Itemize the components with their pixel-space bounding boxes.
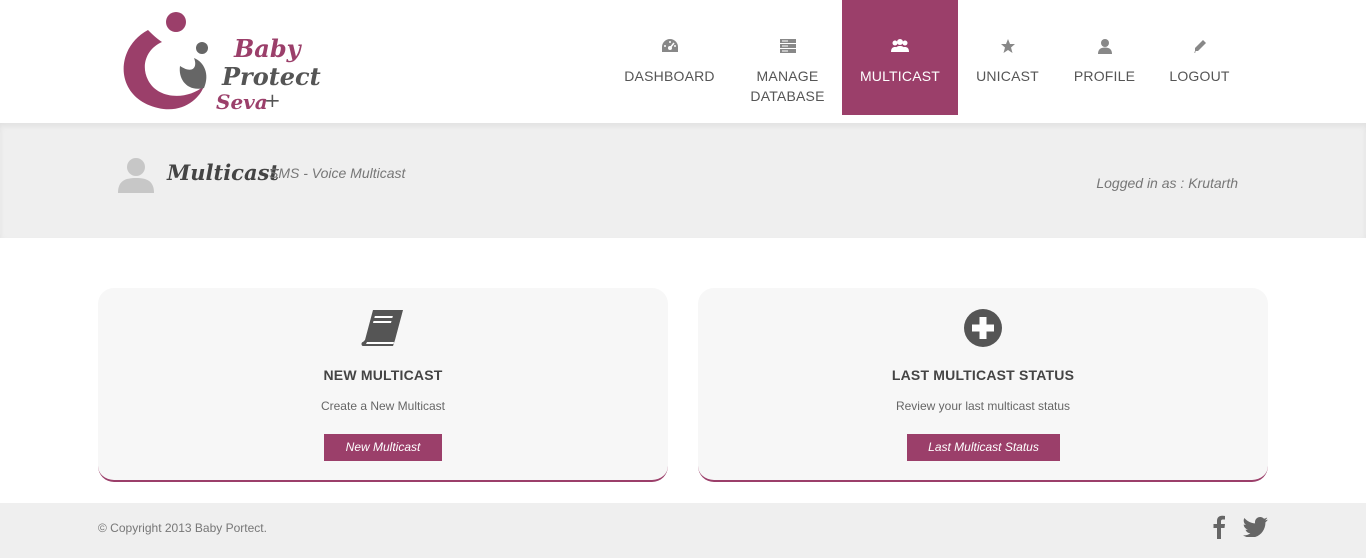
database-icon — [779, 37, 797, 55]
nav-label-manage-database: MANAGE DATABASE — [750, 68, 825, 104]
nav-item-unicast[interactable]: UNICAST — [960, 0, 1055, 115]
card-title: NEW MULTICAST — [323, 367, 443, 383]
nav-label-unicast: UNICAST — [976, 68, 1039, 84]
brand-line1: Baby — [234, 34, 301, 63]
twitter-icon[interactable] — [1242, 517, 1269, 542]
nav-label-multicast: MULTICAST — [859, 68, 941, 84]
footer: © Copyright 2013 Baby Portect. — [0, 503, 1366, 558]
new-multicast-button[interactable]: New Multicast — [324, 434, 442, 461]
card-title: LAST MULTICAST STATUS — [891, 367, 1075, 383]
user-icon — [1097, 37, 1113, 55]
new-multicast-card: NEW MULTICAST Create a New Multicast New… — [98, 288, 668, 482]
user-icon — [117, 157, 155, 198]
star-icon — [1000, 37, 1016, 55]
copyright-text: © Copyright 2013 Baby Portect. — [98, 521, 267, 535]
group-icon — [890, 37, 910, 55]
nav-item-profile[interactable]: PROFILE — [1057, 0, 1152, 115]
card-description: Review your last multicast status — [895, 399, 1071, 413]
last-multicast-status-button[interactable]: Last Multicast Status — [907, 434, 1060, 461]
card-description: Create a New Multicast — [320, 399, 446, 413]
nav-item-multicast[interactable]: MULTICAST — [842, 0, 958, 115]
page-title: Multicast — [167, 160, 280, 185]
nav-item-dashboard[interactable]: DASHBOARD — [612, 0, 727, 115]
header: Baby Protect Seva + DASHBOARD MANAGE DAT… — [0, 0, 1366, 123]
plus-circle-icon — [698, 307, 1268, 349]
book-icon — [98, 307, 668, 349]
last-multicast-status-card: LAST MULTICAST STATUS Review your last m… — [698, 288, 1268, 482]
logged-in-status: Logged in as : Krutarth — [1096, 175, 1238, 191]
dashboard-icon — [661, 37, 679, 55]
brand-plus: + — [264, 88, 281, 112]
brand-line2: Protect — [222, 62, 321, 91]
brand-logo[interactable]: Baby Protect Seva + — [118, 8, 321, 116]
nav-item-manage-database[interactable]: MANAGE DATABASE — [730, 0, 845, 115]
facebook-icon[interactable] — [1212, 515, 1226, 544]
brand-line3: Seva — [216, 90, 268, 114]
nav-label-logout: LOGOUT — [1169, 68, 1230, 84]
nav-label-profile: PROFILE — [1073, 68, 1136, 84]
nav-item-logout[interactable]: LOGOUT — [1152, 0, 1247, 115]
page-subtitle: SMS - Voice Multicast — [269, 165, 406, 181]
pencil-icon — [1192, 37, 1208, 55]
nav-label-dashboard: DASHBOARD — [624, 68, 715, 84]
